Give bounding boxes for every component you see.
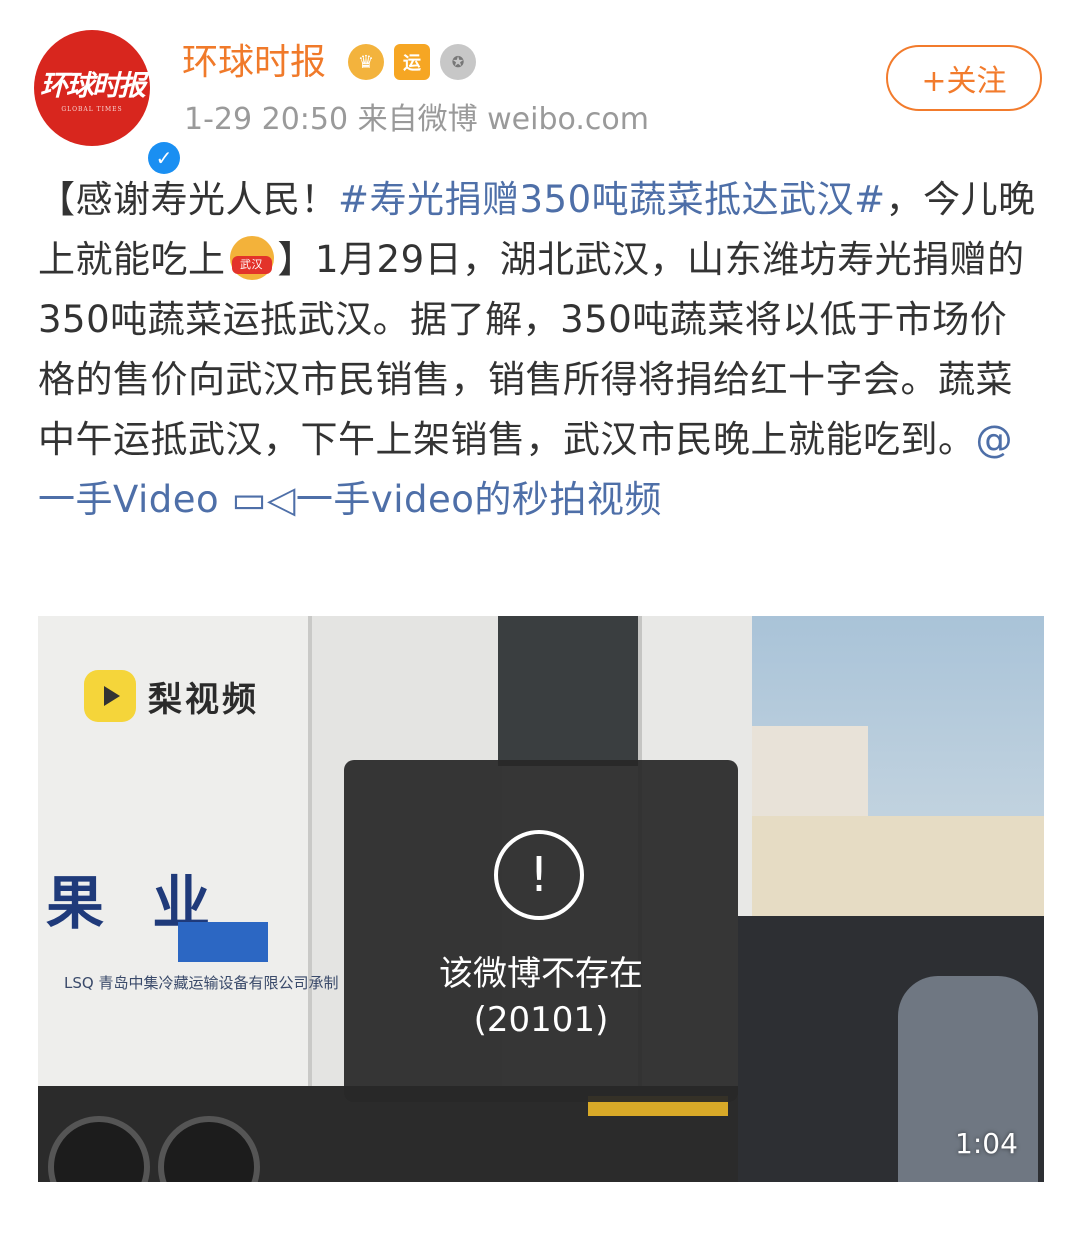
truck-door-open [498,616,648,766]
crown-badge-icon[interactable]: ♛ [348,44,384,80]
logo-text: 环球时报 [39,68,146,102]
exclamation-icon: ! [494,830,584,920]
wuhan-heart-emoji-icon: 武汉 [229,236,274,280]
video-link[interactable]: 一手video的秒拍视频 [296,478,662,521]
truck-blue-label [178,922,268,962]
video-duration: 1:04 [955,1127,1018,1160]
pear-video-watermark: 梨视频 [84,670,259,722]
username[interactable]: 环球时报 [182,40,326,86]
post-text-intro: 【感谢寿光人民！ [38,178,338,221]
hashtag-link[interactable]: #寿光捐赠350吨蔬菜抵达武汉# [338,178,886,221]
medal-badge-icon[interactable]: ✪ [440,44,476,80]
watermark-text: 梨视频 [148,679,259,720]
avatar[interactable]: 环球时报 GLOBAL TIMES ✓ [34,30,184,178]
logo-subtext: GLOBAL TIMES [61,105,123,113]
yun-badge-icon[interactable]: 运 [394,44,430,80]
video-camera-icon[interactable]: ▭◁ [231,478,295,521]
post-meta: 1-29 20:50 来自微博 weibo.com [184,102,649,137]
error-code: (20101) [473,1000,609,1040]
truck-company-text: LSQ 青岛中集冷藏运输设备有限公司承制 [64,974,339,992]
error-message: 该微博不存在 [439,954,643,994]
error-overlay: ! 该微博不存在 (20101) [344,760,738,1102]
user-badges: ♛ 运 ✪ [348,44,476,80]
global-times-logo: 环球时报 GLOBAL TIMES [34,30,150,146]
pear-play-icon [84,670,136,722]
follow-button[interactable]: +关注 [886,45,1042,111]
video-building [738,726,868,826]
emoji-tag: 武汉 [231,256,272,274]
post-body: 【感谢寿光人民！#寿光捐赠350吨蔬菜抵达武汉#，今儿晚上就能吃上 武汉 】1月29… [38,170,1038,530]
